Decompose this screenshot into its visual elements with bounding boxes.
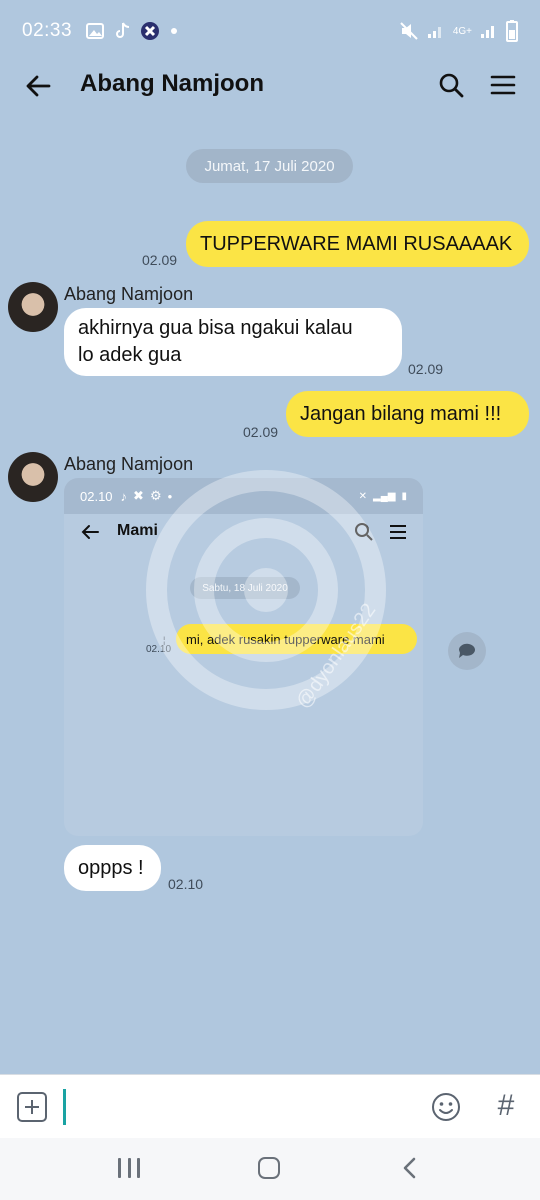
- tiktok-icon: [114, 22, 130, 40]
- embedded-message-time: 02.10: [146, 644, 172, 655]
- menu-icon: [390, 525, 406, 539]
- avatar[interactable]: [8, 452, 58, 502]
- outgoing-message[interactable]: TUPPERWARE MAMI RUSAAAAK: [186, 221, 529, 267]
- incoming-message[interactable]: akhirnya gua bisa ngakui kalau lo adek g…: [64, 308, 402, 376]
- embedded-date-separator: Sabtu, 18 Juli 2020: [190, 577, 300, 599]
- app-icon: [140, 21, 160, 41]
- message-time: 02.10: [168, 876, 204, 892]
- battery-icon: [506, 20, 518, 42]
- incoming-message[interactable]: oppps !: [64, 845, 161, 891]
- message-text: Jangan bilang mami !!!: [300, 402, 502, 425]
- search-icon[interactable]: [434, 68, 468, 102]
- signal-icon: [480, 23, 498, 39]
- dot-icon: [170, 27, 178, 35]
- embedded-message: mi, adek rusakin tupperware mami: [176, 624, 417, 654]
- sender-name: Abang Namjoon: [64, 284, 194, 304]
- outgoing-message[interactable]: Jangan bilang mami !!!: [286, 391, 529, 437]
- message-text: TUPPERWARE MAMI RUSAAAAK: [200, 232, 513, 255]
- menu-icon[interactable]: [486, 68, 520, 102]
- signal-icon: [427, 23, 445, 39]
- avatar[interactable]: [8, 282, 58, 332]
- mute-icon: ✕: [358, 490, 368, 502]
- tiktok-icon: ♪: [120, 488, 128, 504]
- message-time: 02.09: [142, 252, 178, 268]
- message-time: 02.09: [243, 424, 279, 440]
- home-icon[interactable]: [258, 1157, 280, 1179]
- message-input-bar: #: [0, 1074, 540, 1138]
- emoji-icon[interactable]: [431, 1092, 461, 1122]
- date-separator: Jumat, 17 Juli 2020: [186, 149, 353, 183]
- back-arrow-icon[interactable]: [22, 70, 54, 102]
- gear-icon: ⚙: [149, 488, 162, 503]
- battery-icon: ▮: [401, 490, 407, 502]
- mute-icon: [399, 21, 419, 41]
- message-text: oppps !: [78, 856, 144, 879]
- status-bar: 02:33 4G+: [0, 0, 540, 62]
- embedded-status-time: 02.10: [80, 488, 113, 504]
- dot-icon: •: [167, 488, 173, 504]
- message-line: lo adek gua: [78, 344, 182, 366]
- signal-icon: ▂▄▆: [373, 490, 396, 502]
- system-nav-bar: [0, 1138, 540, 1200]
- search-icon: [355, 523, 373, 541]
- gallery-icon: [86, 23, 105, 39]
- sender-name: Abang Namjoon: [64, 454, 194, 474]
- message-time: 02.09: [408, 361, 444, 377]
- hashtag-icon[interactable]: #: [491, 1089, 521, 1123]
- embedded-chat-title: Mami: [117, 522, 158, 539]
- add-icon[interactable]: [17, 1092, 47, 1122]
- chat-title: Abang Namjoon: [80, 70, 264, 97]
- network-type: 4G+: [452, 25, 472, 37]
- message-line: akhirnya gua bisa ngakui kalau: [78, 317, 353, 339]
- text-cursor: [63, 1089, 66, 1125]
- embedded-status-bar: 02.10 ♪ ✖ ⚙ • ✕ ▂▄▆ ▮: [64, 478, 423, 514]
- status-time: 02:33: [22, 20, 73, 41]
- image-message[interactable]: 02.10 ♪ ✖ ⚙ • ✕ ▂▄▆ ▮ Mami Sabtu, 18 Jul…: [64, 478, 423, 836]
- chat-header: Abang Namjoon: [0, 62, 540, 108]
- embedded-status-icons: ✕ ▂▄▆ ▮: [359, 491, 407, 502]
- recent-apps-icon[interactable]: [118, 1158, 140, 1180]
- comment-icon[interactable]: [448, 632, 486, 670]
- message-input[interactable]: [70, 1089, 410, 1125]
- nav-back-icon[interactable]: [398, 1156, 422, 1180]
- back-arrow-icon: [81, 525, 99, 539]
- app-icon: ✖: [133, 488, 144, 503]
